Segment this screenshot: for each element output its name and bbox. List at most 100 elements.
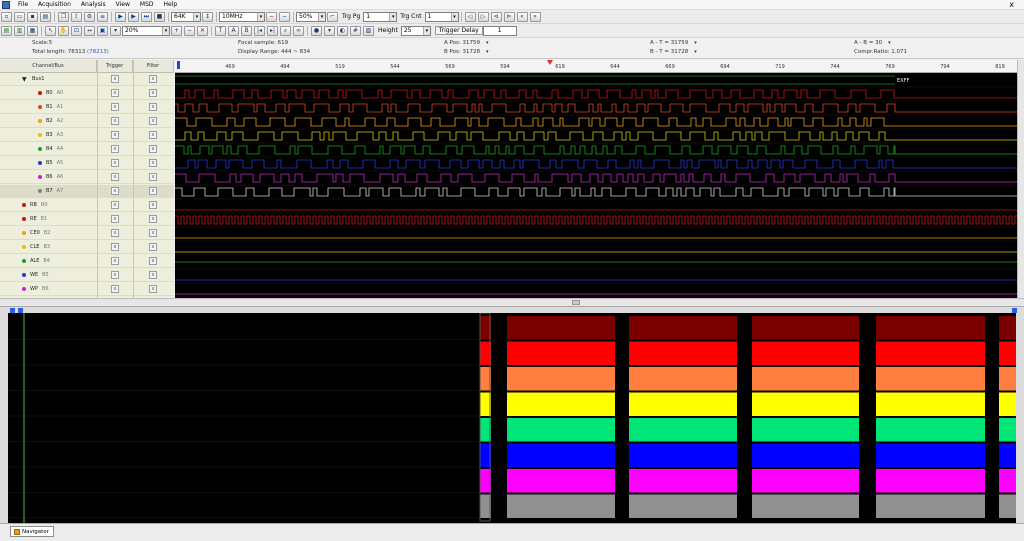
zoom-out-icon[interactable]: − <box>184 25 195 36</box>
trigger-condition-icon[interactable]: x <box>111 145 119 153</box>
menu-msd[interactable]: MSD <box>135 0 159 10</box>
filter-condition-icon[interactable]: x <box>149 271 157 279</box>
filter-condition-icon[interactable]: x <box>149 117 157 125</box>
filter-condition-icon[interactable]: x <box>149 243 157 251</box>
channel-row[interactable]: RE B1 x x <box>0 213 174 226</box>
channel-row[interactable]: CE0 B2 x x <box>0 227 174 240</box>
channel-row[interactable]: WE B5 x x <box>0 269 174 282</box>
b-pos-dropdown-icon[interactable]: ▾ <box>486 49 489 55</box>
trigger-condition-icon[interactable]: x <box>111 243 119 251</box>
channel-row[interactable]: B2 A2 x x <box>0 115 174 128</box>
search-icon[interactable]: ⌕ <box>280 25 291 36</box>
filter-condition-icon[interactable]: x <box>149 257 157 265</box>
rate-down-icon[interactable]: − <box>266 11 277 22</box>
export-icon[interactable]: ⇪ <box>71 11 82 22</box>
trigger-condition-icon[interactable]: x <box>111 159 119 167</box>
trigger-condition-icon[interactable]: x <box>111 117 119 125</box>
new-file-icon[interactable]: ▫ <box>1 11 12 22</box>
trigger-condition-icon[interactable]: x <box>111 75 119 83</box>
image-icon[interactable]: ▨ <box>363 25 374 36</box>
display-mode-icon[interactable]: ▣ <box>97 25 108 36</box>
scrollbar-thumb[interactable] <box>572 300 580 305</box>
channel-row[interactable]: WP B6 x x <box>0 283 174 296</box>
ruler-start-marker[interactable] <box>177 61 180 69</box>
menu-acquisition[interactable]: Acquisition <box>33 0 76 10</box>
b-t-dropdown-icon[interactable]: ▾ <box>694 49 697 55</box>
filter-condition-icon[interactable]: x <box>149 285 157 293</box>
height-select[interactable]: 25 ▾ <box>400 25 431 36</box>
open-folder-icon[interactable]: ▭ <box>14 11 25 22</box>
filter-condition-icon[interactable]: x <box>149 159 157 167</box>
filter-condition-icon[interactable]: x <box>149 103 157 111</box>
memory-depth-select[interactable]: 64K ▾ <box>171 11 201 22</box>
channel-row[interactable]: ALE B4 x x <box>0 255 174 268</box>
record-dropdown-icon[interactable]: ▾ <box>324 25 335 36</box>
navigator-overview[interactable] <box>8 313 1016 523</box>
channel-row[interactable]: ▼ Bus1 x x <box>0 73 174 86</box>
menu-analysis[interactable]: Analysis <box>76 0 111 10</box>
save-icon[interactable]: ▪ <box>27 11 38 22</box>
a-b-dropdown-icon[interactable]: ▾ <box>888 40 891 46</box>
trigger-column-header[interactable]: Trigger <box>97 60 133 72</box>
trigger-condition-icon[interactable]: x <box>111 201 119 209</box>
measure-icon[interactable]: ↔ <box>84 25 95 36</box>
menu-help[interactable]: Help <box>159 0 183 10</box>
display-mode-dropdown-icon[interactable]: ▾ <box>110 25 121 36</box>
filter-condition-icon[interactable]: x <box>149 131 157 139</box>
channel-config-icon[interactable]: ≡ <box>97 11 108 22</box>
menu-file[interactable]: File <box>13 0 33 10</box>
zoom-fit-icon[interactable]: ✕ <box>197 25 208 36</box>
trigger-condition-icon[interactable]: x <box>111 257 119 265</box>
run-step-icon[interactable]: ⏭ <box>141 11 152 22</box>
trigger-marker-icon[interactable] <box>547 60 553 65</box>
bus-expand-icon[interactable]: ▼ <box>22 73 27 86</box>
state-view-icon[interactable]: ▦ <box>27 25 38 36</box>
trigger-condition-icon[interactable]: x <box>111 285 119 293</box>
a-t-dropdown-icon[interactable]: ▾ <box>694 40 697 46</box>
goto-a-icon[interactable]: A <box>228 25 239 36</box>
trigger-next-icon[interactable]: ⊳ <box>503 11 515 22</box>
trigger-condition-icon[interactable]: x <box>111 89 119 97</box>
channel-row[interactable]: B7 A7 x x <box>0 185 174 198</box>
channel-row[interactable]: B6 A6 x x <box>0 171 174 184</box>
a-pos-dropdown-icon[interactable]: ▾ <box>486 40 489 46</box>
trigger-condition-icon[interactable]: x <box>111 215 119 223</box>
channel-row[interactable]: B0 A0 x x <box>0 87 174 100</box>
marker-prev-icon[interactable]: « <box>516 11 528 22</box>
filter-condition-icon[interactable]: x <box>149 145 157 153</box>
hand-icon[interactable]: ✋ <box>58 25 69 36</box>
trigger-delay-field[interactable]: 1 <box>482 25 517 36</box>
zoom-in-icon[interactable]: + <box>171 25 182 36</box>
time-ruler[interactable]: 469 494 519 544 569 594 619 644 669 694 719 744 769 7… <box>175 60 1017 73</box>
pointer-icon[interactable]: ↖ <box>45 25 56 36</box>
grid-icon[interactable]: # <box>350 25 361 36</box>
trigger-prev-icon[interactable]: ⊲ <box>490 11 502 22</box>
menu-view[interactable]: View <box>111 0 135 10</box>
filter-condition-icon[interactable]: x <box>149 89 157 97</box>
vertical-scrollbar[interactable] <box>1017 60 1024 298</box>
close-icon[interactable]: x <box>1009 0 1014 10</box>
channel-row[interactable]: B4 A4 x x <box>0 143 174 156</box>
filter-condition-icon[interactable]: x <box>149 215 157 223</box>
copy-icon[interactable]: ❐ <box>58 11 69 22</box>
horizontal-scrollbar[interactable] <box>0 298 1024 306</box>
trigger-position-select[interactable]: 50% ▾ <box>296 11 326 22</box>
goto-b-icon[interactable]: B <box>241 25 252 36</box>
list-view-icon[interactable]: ▥ <box>14 25 25 36</box>
marker-next-icon[interactable]: » <box>529 11 541 22</box>
trigger-condition-icon[interactable]: x <box>111 173 119 181</box>
print-icon[interactable]: ▤ <box>40 11 51 22</box>
trig-cnt-select[interactable]: 1 ▾ <box>424 11 459 22</box>
binoculars-icon[interactable]: ∞ <box>293 25 304 36</box>
waveform-view-icon[interactable]: ▤ <box>1 25 12 36</box>
filter-condition-icon[interactable]: x <box>149 229 157 237</box>
search-prev-icon[interactable]: ◁ <box>464 11 476 22</box>
channel-row[interactable]: RB B0 x x <box>0 199 174 212</box>
depth-adjust-icon[interactable]: ↕ <box>202 11 213 22</box>
run-continuous-icon[interactable]: ▶ <box>128 11 139 22</box>
channel-row[interactable]: B3 A3 x x <box>0 129 174 142</box>
record-icon[interactable]: ● <box>311 25 322 36</box>
goto-end-icon[interactable]: ▸| <box>267 25 278 36</box>
stop-icon[interactable]: ■ <box>154 11 165 22</box>
trigger-condition-icon[interactable]: x <box>111 271 119 279</box>
